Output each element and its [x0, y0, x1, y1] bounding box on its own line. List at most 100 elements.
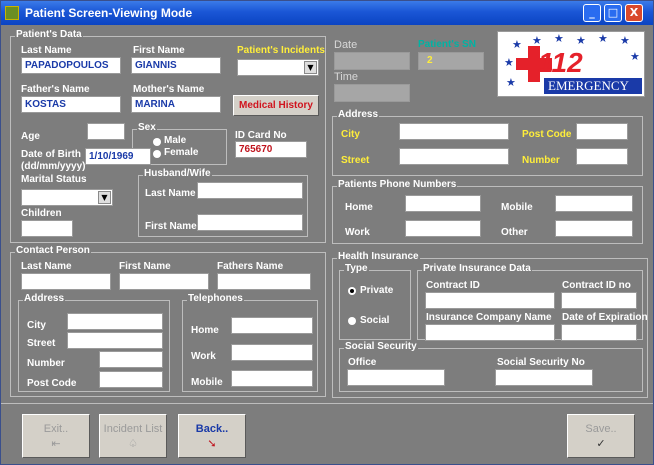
age-label: Age — [21, 131, 40, 142]
contact-post-code-label: Post Code — [27, 378, 77, 389]
address-city-label: City — [341, 129, 360, 140]
phone-mobile-label: Mobile — [501, 202, 533, 213]
first-name-field[interactable]: GIANNIS — [131, 57, 221, 74]
window-title: Patient Screen-Viewing Mode — [25, 6, 193, 20]
contact-telephones-label: Telephones — [187, 293, 244, 304]
title-bar: Patient Screen-Viewing Mode _ □ X — [1, 1, 653, 25]
maximize-button[interactable]: □ — [604, 4, 622, 22]
address-post-code-label: Post Code — [522, 129, 572, 140]
logo-text: EMERGENCY — [548, 78, 630, 93]
back-button-label: Back.. — [195, 423, 229, 435]
expiration-date-label: Date of Expiration — [562, 312, 648, 323]
office-field[interactable] — [347, 369, 445, 386]
contact-last-name-field[interactable] — [21, 273, 111, 290]
spouse-last-name-field[interactable] — [197, 182, 303, 199]
sex-label: Sex — [137, 122, 157, 133]
spouse-first-name-field[interactable] — [197, 214, 303, 231]
patient-screen-window: Patient Screen-Viewing Mode _ □ X Patien… — [0, 0, 654, 465]
minimize-button[interactable]: _ — [583, 4, 601, 22]
sex-female-label: Female — [164, 147, 199, 158]
address-street-field[interactable] — [399, 148, 509, 165]
contract-id-field[interactable] — [425, 292, 555, 309]
marital-status-label: Marital Status — [21, 174, 87, 185]
patients-incidents-select[interactable]: ▼ — [237, 59, 319, 76]
contact-work-phone-label: Work — [191, 351, 216, 362]
contract-id-no-field[interactable] — [561, 292, 637, 309]
phone-work-label: Work — [345, 227, 370, 238]
dob-label: Date of Birth — [21, 149, 81, 160]
exit-button[interactable]: Exit.. ⇤ — [22, 414, 90, 458]
chevron-down-icon[interactable]: ▼ — [304, 61, 317, 74]
contact-number-field[interactable] — [99, 351, 163, 368]
first-name-label: First Name — [133, 45, 185, 56]
contact-mobile-phone-field[interactable] — [231, 370, 313, 387]
phone-home-label: Home — [345, 202, 373, 213]
svg-text:★: ★ — [506, 76, 516, 89]
insurance-private-radio[interactable] — [348, 287, 356, 295]
svg-text:★: ★ — [598, 32, 608, 45]
mothers-name-label: Mother's Name — [133, 84, 205, 95]
contact-home-phone-label: Home — [191, 325, 219, 336]
date-field — [334, 52, 410, 70]
private-insurance-data-label: Private Insurance Data — [422, 263, 532, 274]
last-name-field[interactable]: PAPADOPOULOS — [21, 57, 121, 74]
emergency-logo-graphic: ★ ★ ★ ★ ★ ★ ★ ★ ★ 112 EMERGENCY — [504, 32, 642, 94]
insurance-type-group: Type — [339, 263, 411, 340]
fathers-name-field[interactable]: KOSTAS — [21, 96, 121, 113]
id-card-field[interactable]: 765670 — [235, 141, 307, 158]
ssn-label: Social Security No — [497, 357, 585, 368]
close-button[interactable]: X — [625, 4, 643, 22]
phone-mobile-field[interactable] — [555, 195, 633, 212]
contact-fathers-name-field[interactable] — [217, 273, 311, 290]
ssn-field[interactable] — [495, 369, 593, 386]
contact-home-phone-field[interactable] — [231, 317, 313, 334]
contact-address-label: Address — [23, 293, 66, 304]
contact-first-name-label: First Name — [119, 261, 171, 272]
marital-status-select[interactable]: ▼ — [21, 189, 113, 206]
save-button[interactable]: Save.. ✓ — [567, 414, 635, 458]
contact-street-field[interactable] — [67, 332, 163, 349]
contact-mobile-phone-label: Mobile — [191, 377, 223, 388]
phone-other-field[interactable] — [555, 220, 633, 237]
children-field[interactable] — [21, 220, 73, 237]
bulb-icon: ♤ — [128, 437, 138, 450]
incident-list-button-label: Incident List — [103, 423, 163, 435]
incident-list-button[interactable]: Incident List ♤ — [99, 414, 167, 458]
insurance-social-radio[interactable] — [348, 317, 356, 325]
patient-sn-label: Patient's SN — [418, 39, 476, 50]
social-security-label: Social Security — [344, 341, 418, 352]
health-insurance-label: Health Insurance — [337, 251, 420, 262]
phone-home-field[interactable] — [405, 195, 481, 212]
insurance-company-field[interactable] — [425, 324, 555, 341]
spouse-first-name-label: First Name — [145, 221, 197, 232]
patient-data-label: Patient's Data — [15, 29, 83, 40]
phone-work-field[interactable] — [405, 220, 481, 237]
patient-sn-field: 2 — [418, 52, 484, 70]
children-label: Children — [21, 208, 62, 219]
back-button[interactable]: Back.. ➘ — [178, 414, 246, 458]
id-card-label: ID Card No — [235, 130, 287, 141]
dob-field[interactable]: 1/10/1969 — [85, 148, 151, 165]
arrow-cursor-icon: ➘ — [207, 437, 217, 450]
bottom-button-bar: Exit.. ⇤ Incident List ♤ Back.. ➘ Save..… — [1, 403, 653, 464]
age-field[interactable] — [87, 123, 125, 140]
sex-female-radio[interactable] — [153, 150, 161, 158]
contact-city-field[interactable] — [67, 313, 163, 330]
address-number-field[interactable] — [576, 148, 628, 165]
contact-post-code-field[interactable] — [99, 371, 163, 388]
medical-history-button[interactable]: Medical History — [233, 95, 319, 116]
date-label: Date — [334, 39, 358, 51]
expiration-date-field[interactable] — [561, 324, 637, 341]
mothers-name-field[interactable]: MARINA — [131, 96, 221, 113]
chevron-down-icon[interactable]: ▼ — [98, 191, 111, 204]
contact-work-phone-field[interactable] — [231, 344, 313, 361]
address-post-code-field[interactable] — [576, 123, 628, 140]
address-street-label: Street — [341, 155, 370, 166]
contact-fathers-name-label: Fathers Name — [217, 261, 284, 272]
contract-id-no-label: Contract ID no — [562, 280, 631, 291]
svg-text:★: ★ — [576, 34, 586, 47]
address-city-field[interactable] — [399, 123, 509, 140]
sex-male-radio[interactable] — [153, 138, 161, 146]
time-field — [334, 84, 410, 102]
contact-first-name-field[interactable] — [119, 273, 209, 290]
